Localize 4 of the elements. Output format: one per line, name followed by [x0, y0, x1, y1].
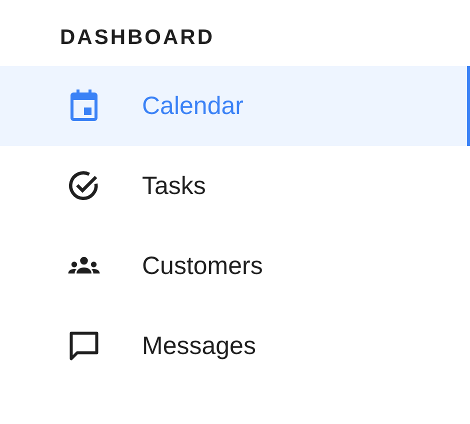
sidebar-item[interactable]: Tasks	[0, 146, 470, 226]
section-heading: DASHBOARD	[60, 26, 214, 50]
sidebar-item[interactable]: Messages	[0, 306, 470, 386]
sidebar-item[interactable]: Customers	[0, 226, 470, 306]
